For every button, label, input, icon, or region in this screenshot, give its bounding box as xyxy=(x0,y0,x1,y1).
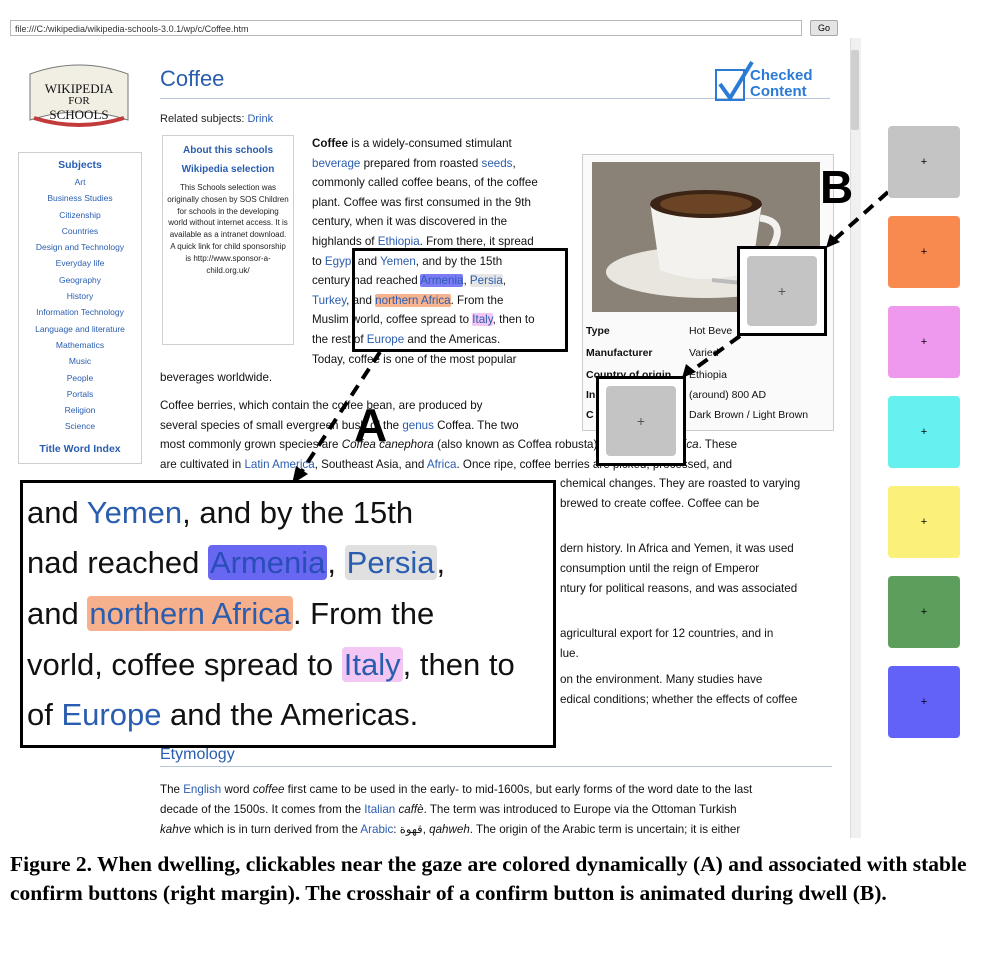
label-a: A xyxy=(354,399,388,451)
confirm-button-cyan[interactable]: + xyxy=(888,396,960,468)
zoom-link-armenia[interactable]: Armenia xyxy=(207,545,328,580)
text: , xyxy=(327,545,345,580)
text: nad reached xyxy=(27,545,208,580)
confirm-button-pink[interactable]: + xyxy=(888,306,960,378)
text: , then to xyxy=(402,647,515,682)
text: . From the xyxy=(292,596,435,631)
crosshair-icon: + xyxy=(920,516,928,528)
crosshair-icon: + xyxy=(920,606,928,618)
confirm-button-green[interactable]: + xyxy=(888,576,960,648)
crosshair-icon: + xyxy=(920,246,928,258)
crosshair-icon: + xyxy=(606,386,676,456)
text: and xyxy=(27,495,87,530)
zoom-link-persia[interactable]: Persia xyxy=(344,545,437,580)
figure-caption: Figure 2. When dwelling, clickables near… xyxy=(10,852,967,905)
crosshair-icon: + xyxy=(920,696,928,708)
crosshair-icon: + xyxy=(920,336,928,348)
zoom-link-northern-africa[interactable]: northern Africa xyxy=(87,596,293,631)
text: and the Americas. xyxy=(161,697,419,732)
label-b: B xyxy=(820,161,854,213)
zoom-link-europe[interactable]: Europe xyxy=(61,697,161,732)
crosshair-icon: + xyxy=(920,156,928,168)
text: of xyxy=(27,697,62,732)
confirm-button-yellow[interactable]: + xyxy=(888,486,960,558)
confirm-button-blue[interactable]: + xyxy=(888,666,960,738)
text: and xyxy=(27,596,88,631)
crosshair-icon: + xyxy=(920,426,928,438)
confirm-button-zoom-2: + xyxy=(596,376,686,466)
text: , and by the 15th xyxy=(182,495,414,530)
confirm-button-gray[interactable]: + xyxy=(888,126,960,198)
text: , xyxy=(436,545,446,580)
zoom-link-yemen[interactable]: Yemen xyxy=(87,495,182,530)
crosshair-icon: + xyxy=(747,256,817,326)
zoom-link-italy[interactable]: Italy xyxy=(341,647,403,682)
confirm-button-zoom-1: + xyxy=(737,246,827,336)
zoomed-text-inset: and Yemen, and by the 15th nad reached A… xyxy=(20,480,556,748)
confirm-button-orange[interactable]: + xyxy=(888,216,960,288)
text: vorld, coffee spread to xyxy=(27,647,342,682)
